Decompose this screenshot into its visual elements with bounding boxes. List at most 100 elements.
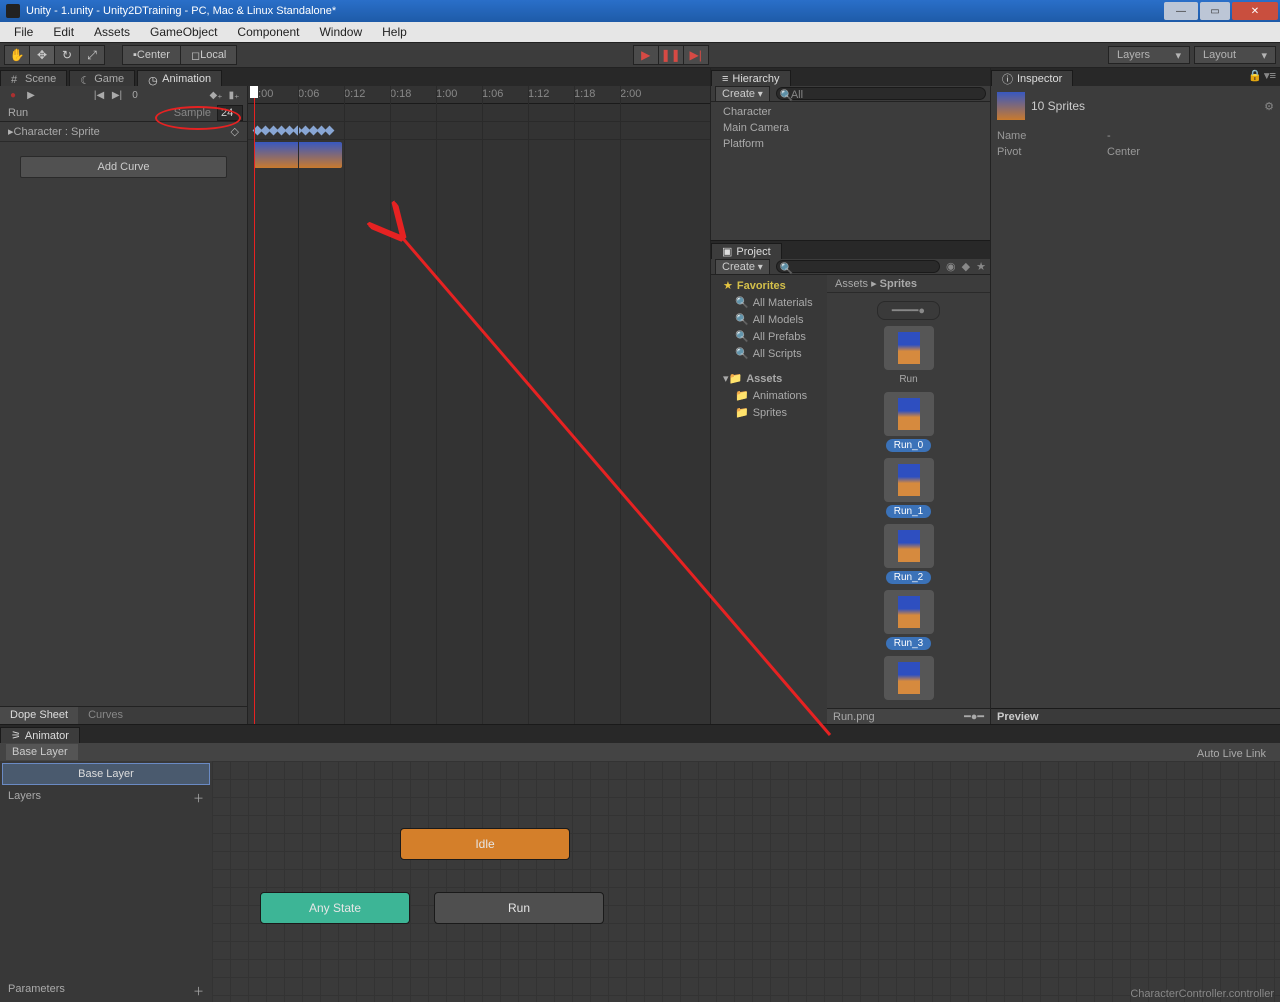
play-button-icon[interactable]: ▶ <box>633 45 659 65</box>
inspector-name-value: - <box>1107 130 1111 142</box>
layer-item[interactable]: Base Layer <box>2 763 210 785</box>
chevron-down-icon: ▾ <box>1261 49 1267 62</box>
clip-dropdown[interactable]: Run <box>4 107 174 119</box>
inspector-pivot-value[interactable]: Center <box>1107 146 1140 158</box>
unity-logo-icon <box>6 4 20 18</box>
property-options-icon[interactable]: ◇ <box>231 125 239 138</box>
menu-component[interactable]: Component <box>227 22 309 42</box>
add-curve-button[interactable]: Add Curve <box>20 156 227 178</box>
add-event-button-icon[interactable]: ▮₊ <box>225 88 243 103</box>
chevron-down-icon: ▾ <box>1175 49 1181 62</box>
favorite-item[interactable]: 🔍All Prefabs <box>711 328 827 345</box>
hierarchy-item[interactable]: Main Camera <box>719 120 982 136</box>
preview-header[interactable]: Preview <box>991 708 1280 724</box>
tab-project[interactable]: ▣ Project <box>711 243 782 259</box>
project-create-button[interactable]: Create ▾ <box>715 259 770 275</box>
lock-icon[interactable]: 🔒 <box>1248 69 1262 82</box>
state-node-idle[interactable]: Idle <box>400 828 570 860</box>
breadcrumb-item[interactable]: Base Layer <box>6 744 78 760</box>
auto-live-link-toggle[interactable]: Auto Live Link <box>1189 746 1274 762</box>
project-item[interactable]: Run_1 <box>879 458 939 518</box>
menu-help[interactable]: Help <box>372 22 417 42</box>
filter-icon[interactable]: ◆ <box>962 260 970 273</box>
hierarchy-item[interactable]: Character <box>719 104 982 120</box>
step-button-icon[interactable]: ▶| <box>683 45 709 65</box>
tab-game[interactable]: ☾Game <box>69 70 135 86</box>
inspector-thumbnail-icon <box>997 92 1025 120</box>
project-item[interactable]: Run_3 <box>879 590 939 650</box>
window-title: Unity - 1.unity - Unity2DTraining - PC, … <box>26 5 336 17</box>
project-item[interactable] <box>879 656 939 700</box>
hierarchy-create-button[interactable]: Create ▾ <box>715 86 770 102</box>
tab-animation[interactable]: ◷Animation <box>137 70 222 86</box>
timeline[interactable]: 0:00 0:06 0:12 0:18 1:00 1:06 1:12 1:18 … <box>248 86 710 724</box>
menu-assets[interactable]: Assets <box>84 22 140 42</box>
menu-edit[interactable]: Edit <box>43 22 84 42</box>
selected-file-label: Run.png <box>833 711 875 723</box>
favorite-item[interactable]: 🔍All Models <box>711 311 827 328</box>
gear-icon[interactable]: ⚙ <box>1264 100 1274 113</box>
next-key-button-icon[interactable]: ▶| <box>108 88 126 103</box>
add-key-button-icon[interactable]: ◆₊ <box>207 88 225 103</box>
curves-tab[interactable]: Curves <box>78 707 133 724</box>
project-search-input[interactable]: 🔍 <box>776 260 940 273</box>
game-icon: ☾ <box>80 74 90 84</box>
prev-key-button-icon[interactable]: |◀ <box>90 88 108 103</box>
search-icon: 🔍 <box>735 347 749 360</box>
favorites-header[interactable]: ★Favorites <box>711 277 827 294</box>
tab-animator[interactable]: ⚞ Animator <box>0 727 80 743</box>
scale-tool-icon[interactable]: ⤢ <box>79 45 105 65</box>
favorite-item[interactable]: 🔍All Scripts <box>711 345 827 362</box>
assets-header[interactable]: ▾📁 Assets <box>711 370 827 387</box>
tab-scene[interactable]: #Scene <box>0 70 67 86</box>
rotate-tool-icon[interactable]: ↻ <box>54 45 80 65</box>
layout-dropdown[interactable]: Layout▾ <box>1194 46 1276 64</box>
animator-graph[interactable]: Idle Any State Run CharacterController.c… <box>212 761 1280 1002</box>
layers-dropdown[interactable]: Layers▾ <box>1108 46 1190 64</box>
project-item[interactable]: Run_0 <box>879 392 939 452</box>
menu-gameobject[interactable]: GameObject <box>140 22 227 42</box>
panel-menu-icon[interactable]: ▾≡ <box>1264 69 1276 82</box>
frame-number[interactable]: 0 <box>126 88 144 103</box>
minimize-button[interactable]: — <box>1164 2 1198 20</box>
close-button[interactable]: ✕ <box>1232 2 1278 20</box>
menu-window[interactable]: Window <box>309 22 372 42</box>
inspector-selection-label: 10 Sprites <box>1031 99 1085 113</box>
thumbnail-size-slider[interactable]: ━●━ <box>964 710 984 723</box>
sample-input[interactable] <box>217 105 243 121</box>
dope-sheet-tab[interactable]: Dope Sheet <box>0 707 78 724</box>
window-titlebar: Unity - 1.unity - Unity2DTraining - PC, … <box>0 0 1280 22</box>
animator-breadcrumb: Base Layer <box>0 743 1280 761</box>
property-row[interactable]: ▸ Character : Sprite ◇ <box>0 122 247 142</box>
hand-tool-icon[interactable]: ✋ <box>4 45 30 65</box>
pause-button-icon[interactable]: ❚❚ <box>658 45 684 65</box>
move-tool-icon[interactable]: ✥ <box>29 45 55 65</box>
project-item-run-folder[interactable]: Run <box>879 326 939 386</box>
tab-hierarchy[interactable]: ≡ Hierarchy <box>711 70 791 86</box>
add-layer-icon[interactable]: ＋ <box>193 790 204 806</box>
layers-label: Layers <box>8 790 41 806</box>
hierarchy-item[interactable]: Platform <box>719 136 982 152</box>
play-anim-button-icon[interactable]: ▶ <box>22 88 40 103</box>
slider-track[interactable]: ━━━━● <box>877 301 940 320</box>
menu-file[interactable]: File <box>4 22 43 42</box>
record-button-icon[interactable]: ● <box>4 88 22 103</box>
tab-inspector[interactable]: ⓘ Inspector <box>991 70 1073 86</box>
filter-icon[interactable]: ◉ <box>946 260 956 273</box>
state-node-run[interactable]: Run <box>434 892 604 924</box>
state-node-anystate[interactable]: Any State <box>260 892 410 924</box>
project-item[interactable]: Run_2 <box>879 524 939 584</box>
view-tabs: #Scene ☾Game ◷Animation <box>0 68 710 86</box>
playhead[interactable] <box>254 86 255 724</box>
asset-folder[interactable]: 📁 Sprites <box>711 404 827 421</box>
hierarchy-search-input[interactable]: 🔍All <box>776 87 986 100</box>
menu-bar: File Edit Assets GameObject Component Wi… <box>0 22 1280 42</box>
maximize-button[interactable]: ▭ <box>1200 2 1230 20</box>
asset-folder[interactable]: 📁 Animations <box>711 387 827 404</box>
save-filter-icon[interactable]: ★ <box>976 260 986 273</box>
favorite-item[interactable]: 🔍All Materials <box>711 294 827 311</box>
project-breadcrumb[interactable]: Assets ▸ Sprites <box>827 275 990 293</box>
add-parameter-icon[interactable]: ＋ <box>193 983 204 999</box>
local-global-toggle[interactable]: ◻ Local <box>180 45 237 65</box>
pivot-center-toggle[interactable]: ▪ Center <box>122 45 181 65</box>
